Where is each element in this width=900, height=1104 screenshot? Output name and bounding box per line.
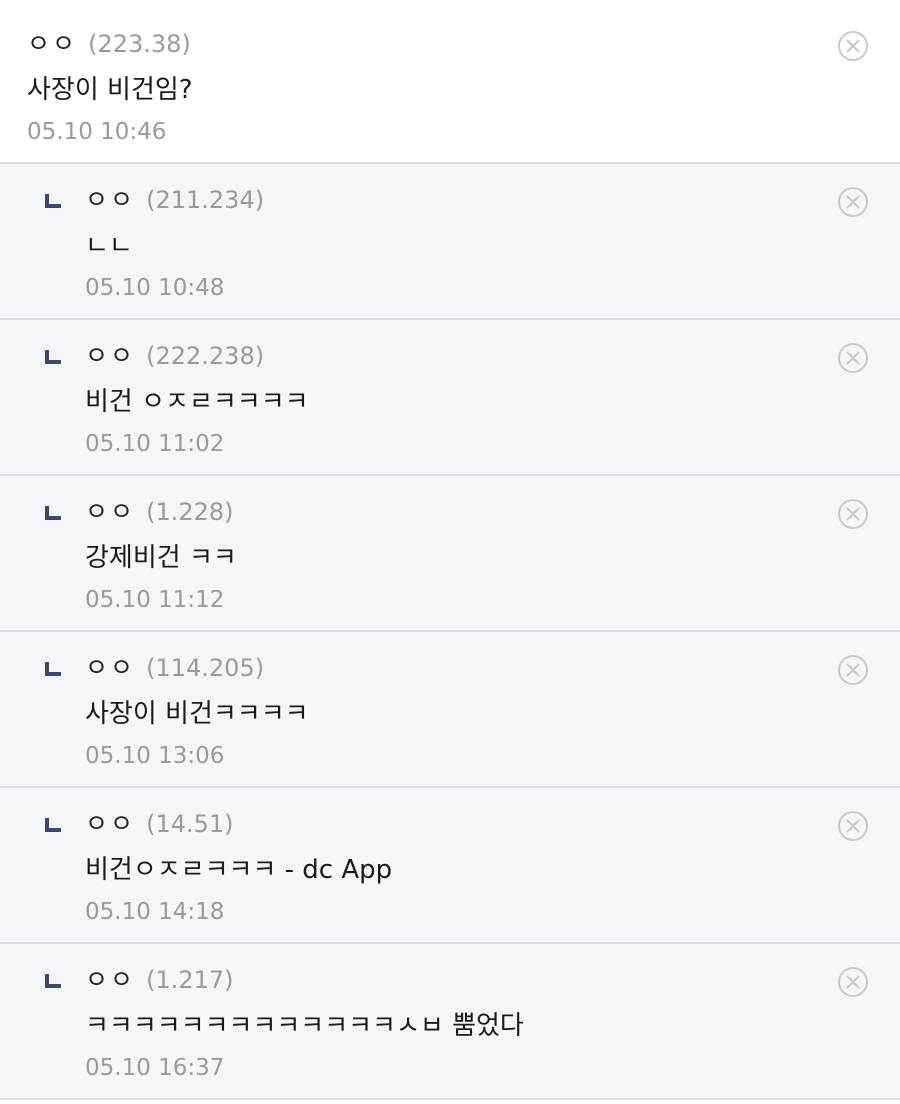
comment-body: ㅇㅇ (14.51) 비건ㅇㅈㄹㅋㅋㅋ - dc App 05.10 14:18 — [85, 804, 392, 930]
delete-x-circle-icon[interactable] — [838, 187, 868, 217]
reply-arrow-icon — [45, 662, 63, 676]
comment-nickname[interactable]: ㅇㅇ — [85, 809, 135, 838]
delete-x-circle-icon[interactable] — [838, 343, 868, 373]
comment-list: ㅇㅇ (223.38) 사장이 비건임? 05.10 10:46 ㅇㅇ (211… — [0, 8, 900, 1100]
comment-nickname[interactable]: ㅇㅇ — [27, 29, 77, 58]
comment-text: ㅋㅋㅋㅋㅋㅋㅋㅋㅋㅋㅋㅋㅋㅅㅂ 뿜었다 — [85, 1011, 524, 1041]
delete-x-circle-icon[interactable] — [838, 811, 868, 841]
comment-meta: ㅇㅇ (114.205) — [85, 648, 309, 688]
comment-nickname[interactable]: ㅇㅇ — [85, 341, 135, 370]
comment-body: ㅇㅇ (223.38) 사장이 비건임? 05.10 10:46 — [27, 24, 193, 150]
comment-ip: (114.205) — [146, 654, 265, 682]
comment-date: 05.10 13:06 — [85, 743, 225, 769]
comment-text: 사장이 비건ㅋㅋㅋㅋ — [85, 699, 309, 729]
comment-item: ㅇㅇ (223.38) 사장이 비건임? 05.10 10:46 — [0, 8, 900, 164]
comment-ip: (1.228) — [146, 498, 234, 526]
comment-text: 강제비건 ㅋㅋ — [85, 543, 237, 573]
reply-item: ㅇㅇ (14.51) 비건ㅇㅈㄹㅋㅋㅋ - dc App 05.10 14:18 — [0, 788, 900, 944]
reply-arrow-icon — [45, 350, 63, 364]
comment-nickname[interactable]: ㅇㅇ — [85, 497, 135, 526]
comment-ip: (222.238) — [146, 342, 265, 370]
delete-x-circle-icon[interactable] — [838, 499, 868, 529]
reply-arrow-icon — [45, 194, 63, 208]
comment-text: 사장이 비건임? — [27, 75, 193, 105]
comment-meta: ㅇㅇ (222.238) — [85, 336, 309, 376]
comment-text: 비건ㅇㅈㄹㅋㅋㅋ - dc App — [85, 855, 393, 885]
reply-item: ㅇㅇ (114.205) 사장이 비건ㅋㅋㅋㅋ 05.10 13:06 — [0, 632, 900, 788]
comment-ip: (223.38) — [88, 30, 191, 58]
comment-ip: (14.51) — [146, 810, 234, 838]
comment-ip: (1.217) — [146, 966, 234, 994]
comment-date: 05.10 11:12 — [85, 587, 225, 613]
comment-text: 비건 ㅇㅈㄹㅋㅋㅋㅋ — [85, 387, 309, 417]
delete-x-circle-icon[interactable] — [838, 655, 868, 685]
comment-ip: (211.234) — [146, 186, 265, 214]
comment-body: ㅇㅇ (1.228) 강제비건 ㅋㅋ 05.10 11:12 — [85, 492, 237, 618]
comment-nickname[interactable]: ㅇㅇ — [85, 965, 135, 994]
comment-nickname[interactable]: ㅇㅇ — [85, 653, 135, 682]
comment-meta: ㅇㅇ (1.217) — [85, 960, 524, 1000]
comment-body: ㅇㅇ (114.205) 사장이 비건ㅋㅋㅋㅋ 05.10 13:06 — [85, 648, 309, 774]
comment-meta: ㅇㅇ (14.51) — [85, 804, 392, 844]
comment-date: 05.10 14:18 — [85, 899, 225, 925]
comment-meta: ㅇㅇ (223.38) — [27, 24, 193, 64]
comment-body: ㅇㅇ (211.234) ㄴㄴ 05.10 10:48 — [85, 180, 264, 306]
reply-item: ㅇㅇ (1.228) 강제비건 ㅋㅋ 05.10 11:12 — [0, 476, 900, 632]
reply-item: ㅇㅇ (1.217) ㅋㅋㅋㅋㅋㅋㅋㅋㅋㅋㅋㅋㅋㅅㅂ 뿜었다 05.10 16:… — [0, 944, 900, 1100]
delete-x-circle-icon[interactable] — [838, 967, 868, 997]
comment-nickname[interactable]: ㅇㅇ — [85, 185, 135, 214]
comment-date: 05.10 11:02 — [85, 431, 225, 457]
comment-meta: ㅇㅇ (1.228) — [85, 492, 237, 532]
reply-arrow-icon — [45, 506, 63, 520]
comment-date: 05.10 16:37 — [85, 1055, 225, 1081]
comment-body: ㅇㅇ (222.238) 비건 ㅇㅈㄹㅋㅋㅋㅋ 05.10 11:02 — [85, 336, 309, 462]
reply-arrow-icon — [45, 974, 63, 988]
reply-item: ㅇㅇ (222.238) 비건 ㅇㅈㄹㅋㅋㅋㅋ 05.10 11:02 — [0, 320, 900, 476]
reply-arrow-icon — [45, 818, 63, 832]
delete-x-circle-icon[interactable] — [838, 31, 868, 61]
comment-meta: ㅇㅇ (211.234) — [85, 180, 264, 220]
comment-date: 05.10 10:48 — [85, 275, 225, 301]
comment-body: ㅇㅇ (1.217) ㅋㅋㅋㅋㅋㅋㅋㅋㅋㅋㅋㅋㅋㅅㅂ 뿜었다 05.10 16:… — [85, 960, 524, 1086]
comment-text: ㄴㄴ — [85, 231, 133, 261]
reply-item: ㅇㅇ (211.234) ㄴㄴ 05.10 10:48 — [0, 164, 900, 320]
comment-date: 05.10 10:46 — [27, 119, 167, 145]
